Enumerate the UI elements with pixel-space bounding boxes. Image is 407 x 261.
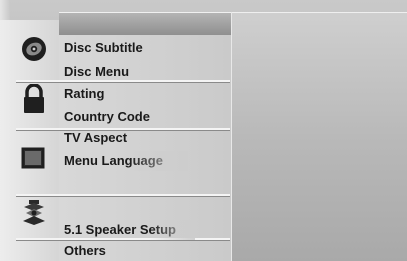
menu-item-disc-menu[interactable]: Disc Menu — [64, 62, 129, 82]
menu-item-label: Rating — [64, 86, 105, 101]
menu-item-label: Disc Menu — [64, 64, 130, 79]
menu-header-bar — [59, 12, 231, 35]
menu-item-disc-subtitle[interactable]: Disc Subtitle — [64, 38, 143, 58]
menu-item-label: TV Aspect — [64, 130, 128, 145]
menu-item-tv-aspect[interactable]: TV Aspect — [64, 128, 127, 148]
menu-item-label: Country Code — [64, 109, 150, 124]
group-divider — [16, 194, 230, 197]
menu-item-country-code[interactable]: Country Code — [64, 107, 150, 127]
speaker-icon — [23, 200, 45, 225]
disc-icon — [22, 37, 46, 61]
padlock-icon — [24, 84, 44, 113]
text-fade — [128, 151, 188, 171]
text-fade — [150, 220, 195, 240]
menu-item-label: Disc Subtitle — [64, 40, 143, 55]
tv-screen-icon — [21, 147, 45, 169]
menu-item-rating[interactable]: Rating — [64, 84, 104, 104]
menu-item-others[interactable]: Others — [64, 241, 106, 261]
options-panel — [231, 12, 407, 261]
menu-item-label: Others — [64, 243, 106, 258]
